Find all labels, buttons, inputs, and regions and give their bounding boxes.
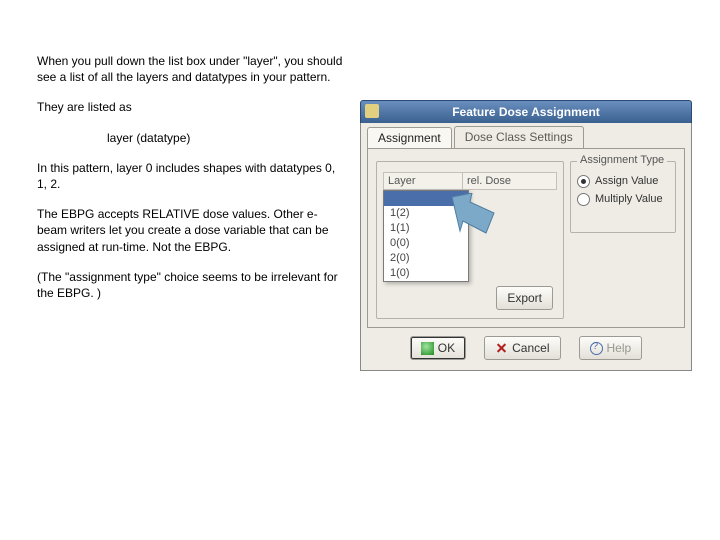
radio-icon [577, 193, 590, 206]
para-3: layer (datatype) [37, 130, 347, 146]
help-icon [590, 342, 603, 355]
tab-dose-class-settings[interactable]: Dose Class Settings [454, 126, 584, 148]
para-4: In this pattern, layer 0 includes shapes… [37, 160, 347, 192]
assignment-type-group: Assignment Type Assign Value Multiply Va… [570, 161, 676, 233]
tab-strip: Assignment Dose Class Settings [367, 126, 685, 148]
export-button-wrap: Export [496, 286, 553, 310]
para-2: They are listed as [37, 99, 347, 115]
cancel-icon [495, 342, 508, 355]
titlebar[interactable]: Feature Dose Assignment [360, 100, 692, 123]
radio-multiply-value[interactable]: Multiply Value [571, 190, 675, 208]
dropdown-item[interactable]: 0(0) [384, 236, 468, 251]
window-title: Feature Dose Assignment [452, 105, 600, 119]
para-6: (The "assignment type" choice seems to b… [37, 269, 347, 301]
help-button[interactable]: Help [579, 336, 643, 360]
ok-icon [421, 342, 434, 355]
layer-dropdown-list[interactable]: 1(2) 1(1) 0(0) 2(0) 1(0) [383, 190, 469, 282]
col-layer[interactable]: Layer [383, 172, 462, 190]
export-button[interactable]: Export [496, 286, 553, 310]
dropdown-item[interactable]: 2(0) [384, 251, 468, 266]
app-icon [365, 104, 379, 118]
assignment-type-legend: Assignment Type [577, 154, 667, 166]
radio-assign-value[interactable]: Assign Value [571, 172, 675, 190]
radio-icon [577, 175, 590, 188]
para-1: When you pull down the list box under "l… [37, 53, 347, 85]
para-5: The EBPG accepts RELATIVE dose values. O… [37, 206, 347, 255]
layer-list-group: Layer rel. Dose 1(2) 1(1) 0(0) 2(0) 1(0)… [376, 161, 564, 319]
dialog-window: Feature Dose Assignment Assignment Dose … [360, 100, 692, 371]
tab-panel: Layer rel. Dose 1(2) 1(1) 0(0) 2(0) 1(0)… [367, 148, 685, 328]
cancel-button[interactable]: Cancel [484, 336, 560, 360]
ok-button[interactable]: OK [410, 336, 466, 360]
tab-assignment[interactable]: Assignment [367, 127, 452, 149]
instruction-text: When you pull down the list box under "l… [37, 53, 347, 315]
window-body: Assignment Dose Class Settings Layer rel… [360, 123, 692, 371]
list-header: Layer rel. Dose [383, 172, 557, 190]
dropdown-item[interactable]: 1(0) [384, 266, 468, 281]
col-reldose[interactable]: rel. Dose [462, 172, 557, 190]
dropdown-item[interactable]: 1(1) [384, 221, 468, 236]
dropdown-selected-row[interactable] [384, 191, 468, 206]
dialog-button-row: OK Cancel Help [367, 328, 685, 364]
dropdown-item[interactable]: 1(2) [384, 206, 468, 221]
